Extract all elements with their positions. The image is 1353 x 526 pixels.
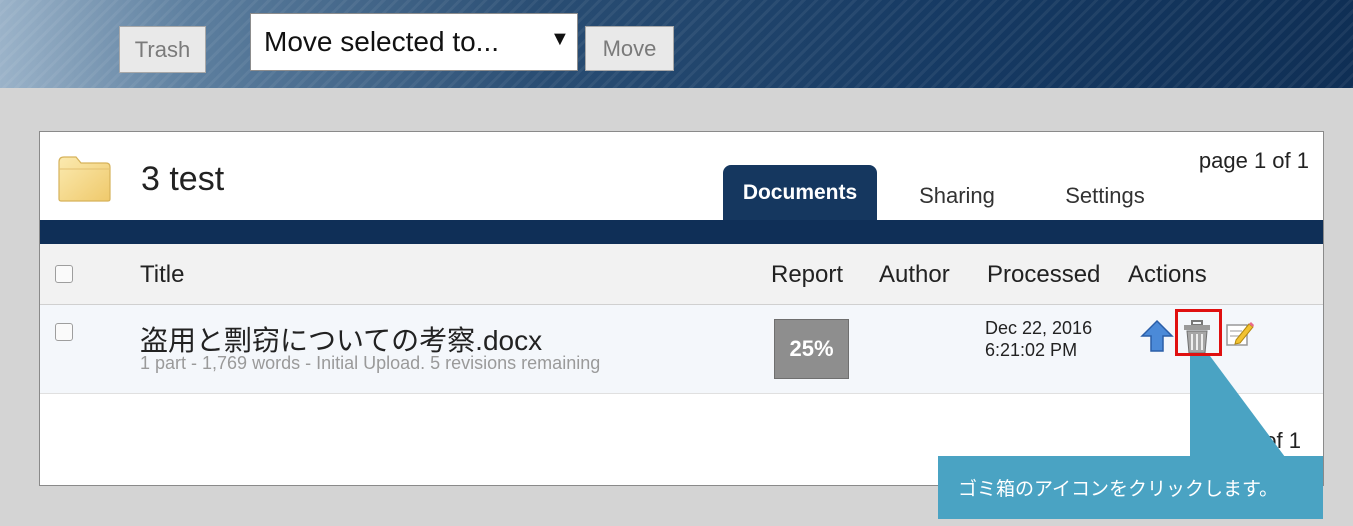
callout-pointer [1190, 356, 1285, 457]
trash-icon-highlight [1175, 309, 1222, 356]
instruction-callout: ゴミ箱のアイコンをクリックします。 [938, 456, 1323, 519]
